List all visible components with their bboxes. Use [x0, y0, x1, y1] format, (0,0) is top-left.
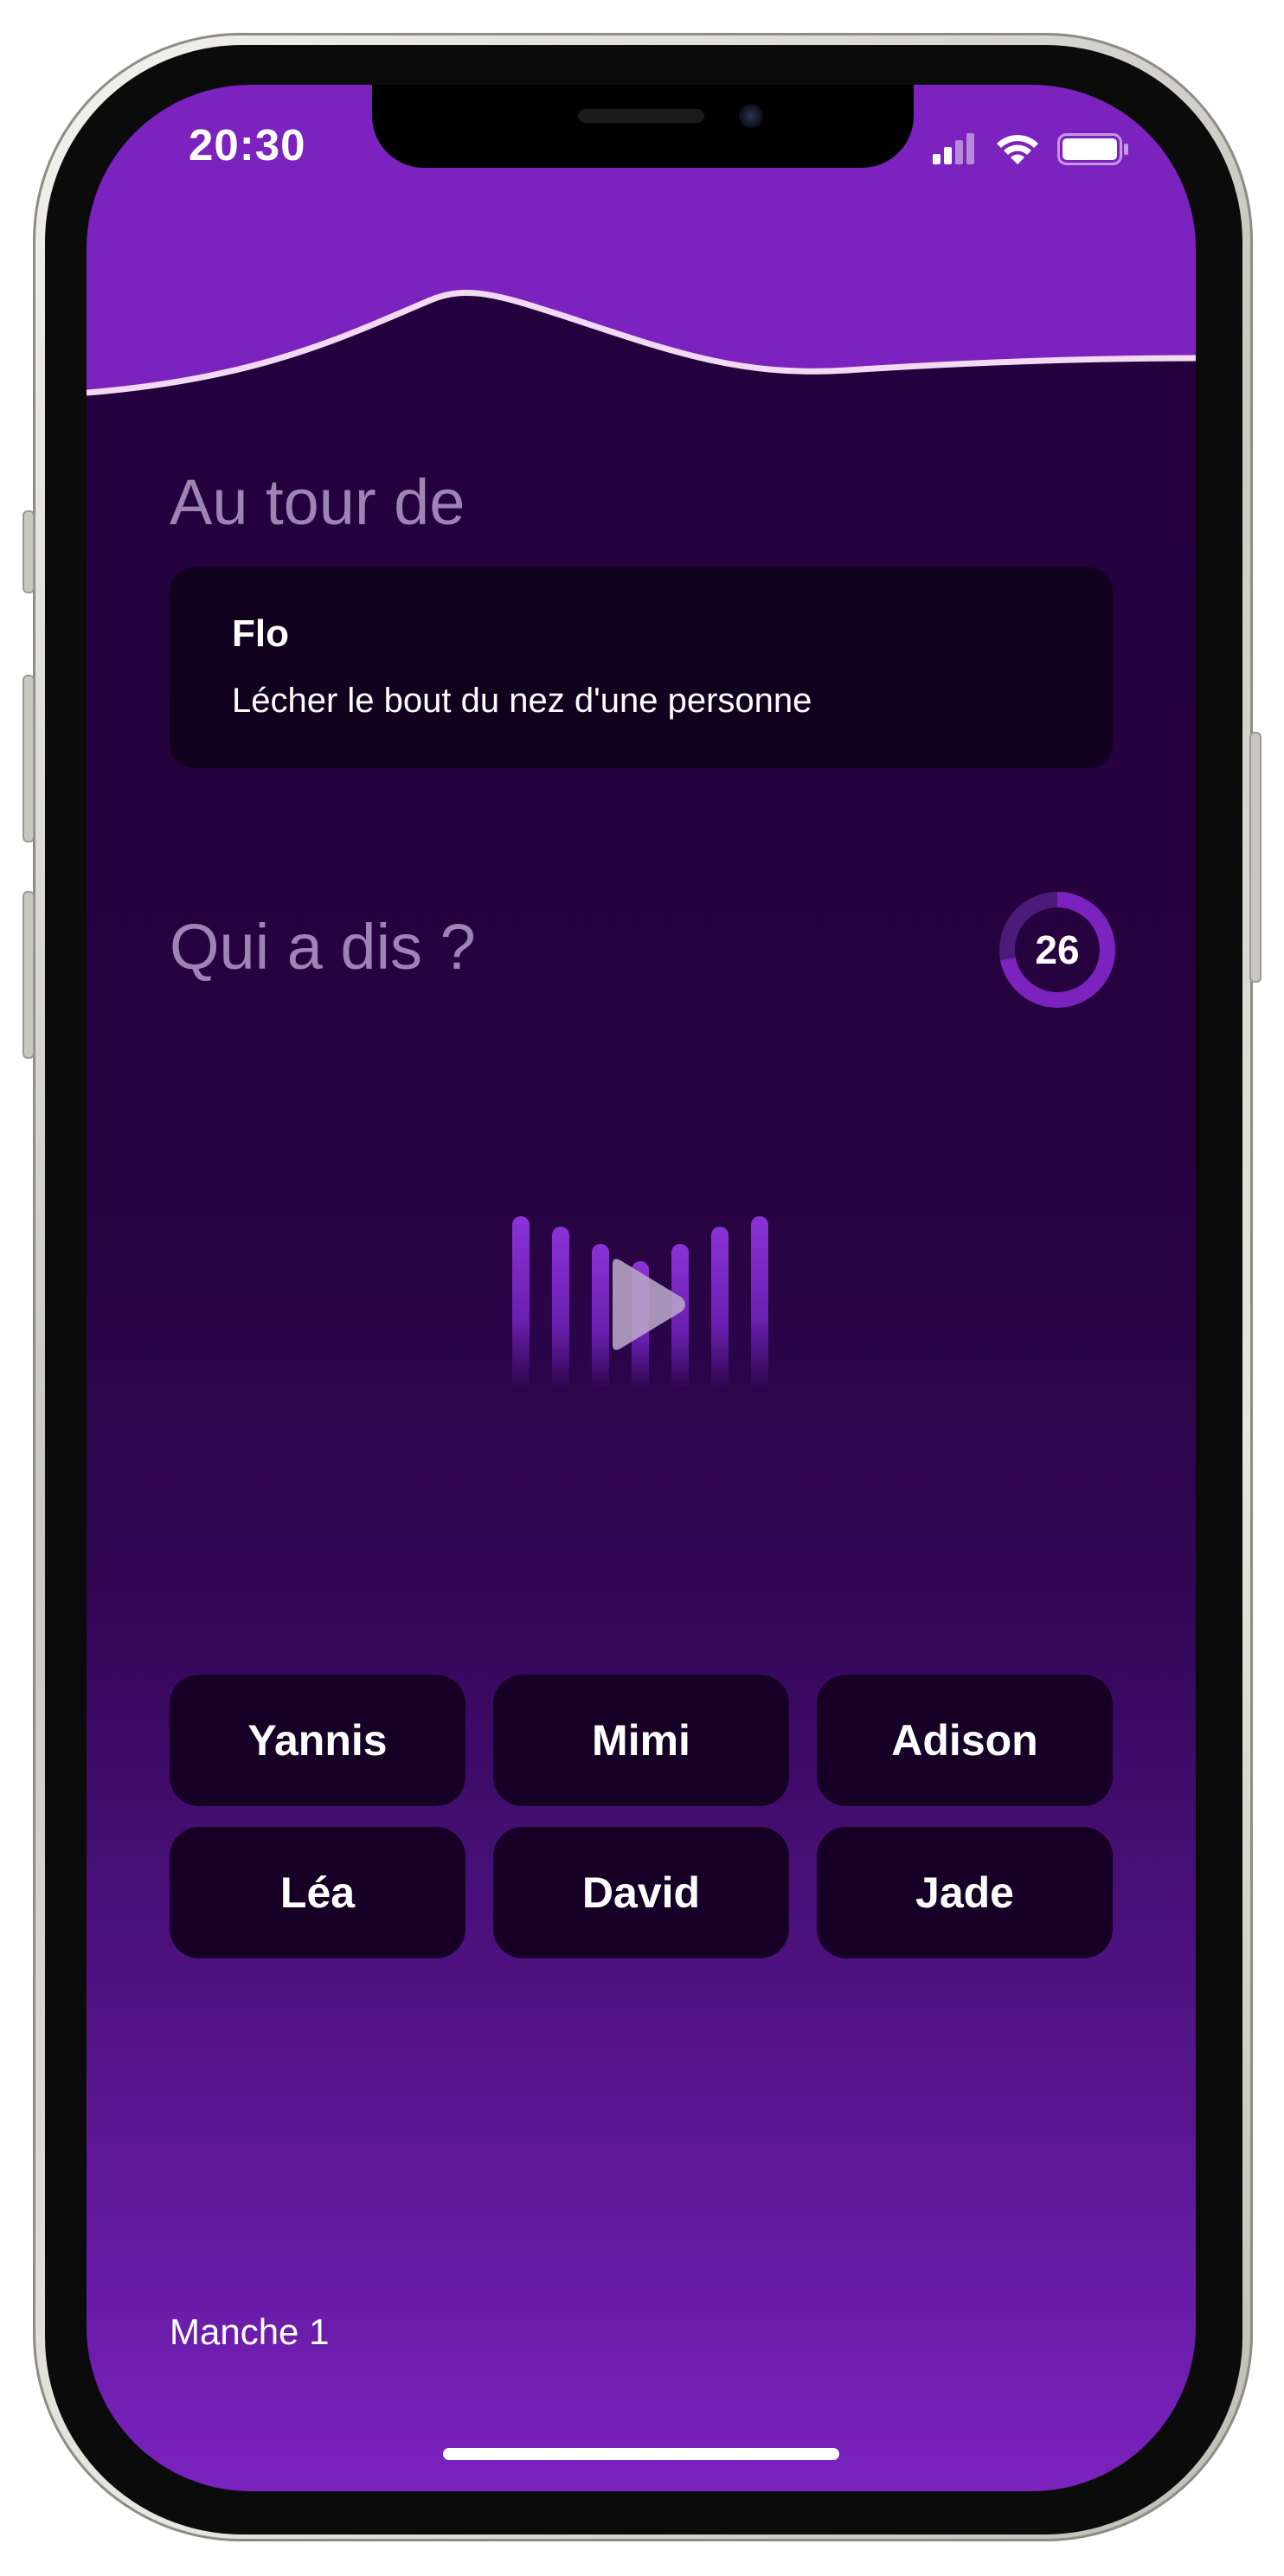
notch [372, 85, 914, 168]
answer-button[interactable]: Yannis [170, 1675, 465, 1806]
status-icons [928, 130, 1135, 168]
turn-title: Au tour de [170, 466, 465, 538]
answer-button[interactable]: David [493, 1827, 789, 1958]
waveform-bar [512, 1216, 530, 1389]
waveform-bar [751, 1216, 768, 1389]
power-button [1249, 732, 1262, 983]
audio-player[interactable] [502, 1209, 779, 1417]
question-title: Qui a dis ? [170, 911, 476, 983]
player-name: Flo [232, 612, 289, 655]
volume-down-button [22, 891, 35, 1059]
answer-button[interactable]: Léa [170, 1827, 465, 1958]
waveform-bar [711, 1227, 729, 1391]
timer-value: 26 [1035, 927, 1080, 972]
wifi-icon [997, 135, 1038, 164]
challenge-card: Flo Lécher le bout du nez d'une personne [170, 567, 1113, 768]
challenge-text: Lécher le bout du nez d'une personne [232, 682, 812, 720]
cellular-signal-icon [933, 133, 974, 164]
answer-button[interactable]: Adison [817, 1675, 1113, 1806]
round-label: Manche 1 [170, 2311, 330, 2352]
volume-up-button [22, 675, 35, 843]
answer-button[interactable]: Mimi [493, 1675, 789, 1806]
countdown-timer: 26 [997, 889, 1118, 1010]
waveform-bar [552, 1227, 569, 1391]
silent-switch [22, 510, 35, 593]
app-screen: 20:30 Au tour de Flo Lécher le bout du n… [87, 85, 1196, 2491]
home-indicator[interactable] [443, 2448, 839, 2460]
earpiece-speaker [578, 109, 704, 123]
front-camera [739, 104, 763, 128]
status-time: 20:30 [189, 120, 306, 170]
answer-button[interactable]: Jade [817, 1827, 1113, 1958]
play-icon[interactable] [597, 1253, 692, 1356]
battery-icon [1057, 133, 1128, 165]
